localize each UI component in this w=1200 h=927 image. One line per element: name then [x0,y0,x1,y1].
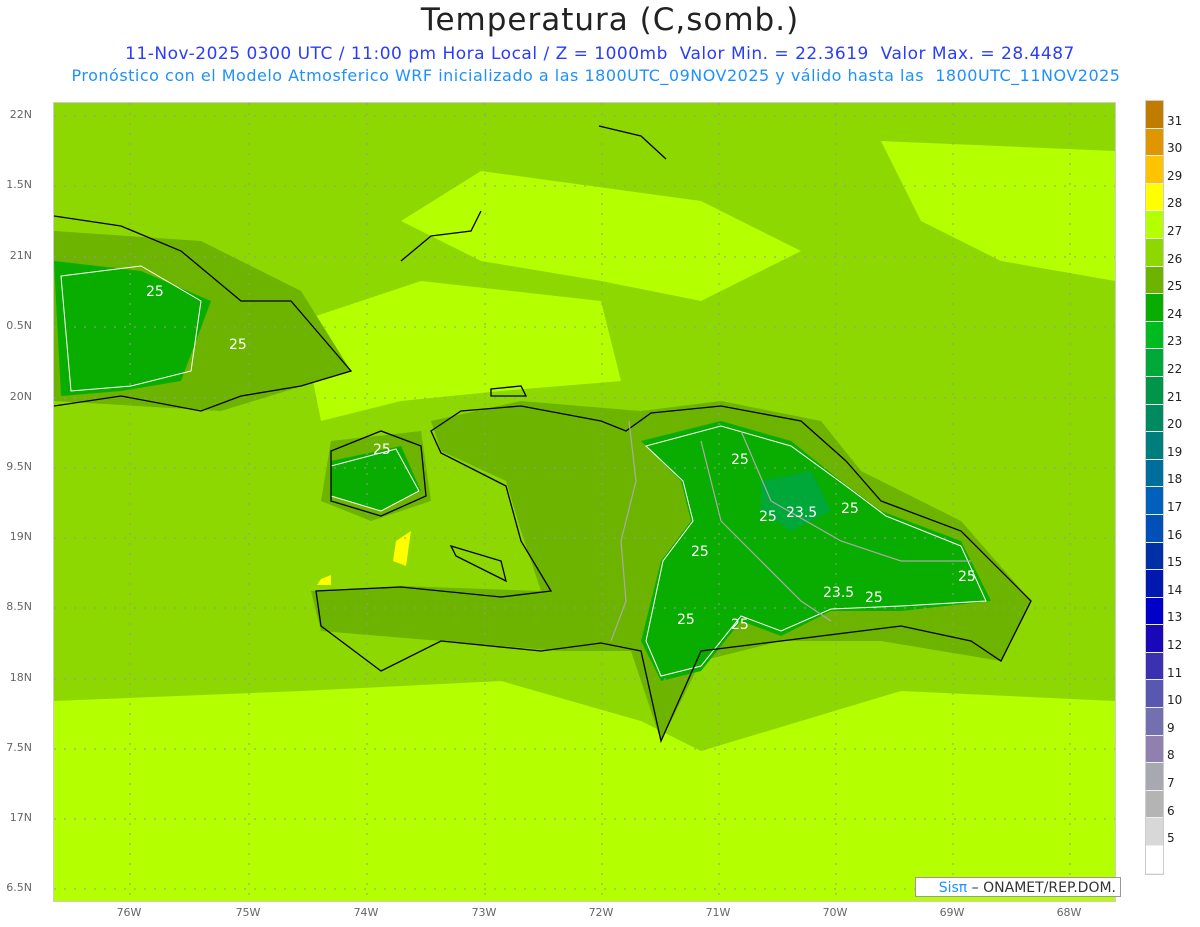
colorbar-swatch [1146,735,1163,764]
colorbar-label: 13 [1167,610,1183,625]
colorbar-label: 17 [1167,500,1183,514]
lat-label: 21N [9,249,32,262]
contour-label: 25 [759,509,777,525]
lat-label: 7.5N [6,741,32,754]
lat-label: 0.5N [6,319,32,332]
colorbar-swatch [1146,376,1163,405]
contour-label: 25 [865,590,883,606]
colorbar-swatch [1146,294,1163,322]
model-info-subtitle: Pronóstico con el Modelo Atmosferico WRF… [71,66,1121,85]
contour-label: 23.5 [786,505,817,521]
lat-label: 18N [9,671,32,684]
colorbar-label: 21 [1167,389,1183,404]
colorbar-swatch [1146,404,1163,433]
colorbar-swatch [1146,597,1163,626]
colorbar-swatch [1146,432,1163,460]
lon-label: 75W [235,906,261,919]
colorbar-swatch [1146,818,1163,847]
colorbar-label: 19 [1167,444,1183,459]
colorbar [1145,100,1164,875]
colorbar-swatch [1146,183,1163,212]
colorbar-swatch [1146,680,1163,709]
credit-text: – ONAMET/REP.DOM. [971,880,1116,896]
colorbar-label: 25 [1167,279,1183,294]
colorbar-swatch [1146,708,1163,736]
colorbar-label: 12 [1167,638,1183,652]
colorbar-label: 31 [1167,113,1183,128]
lon-label: 69W [939,906,965,919]
colorbar-swatch [1146,846,1163,874]
colorbar-label: 10 [1167,693,1183,708]
colorbar-label: 30 [1167,141,1183,156]
colorbar-swatch [1146,570,1163,598]
lon-label: 71W [705,906,731,919]
lat-label: 8.5N [6,600,32,613]
colorbar-swatch [1146,625,1163,653]
credit-box: Sisπ – ONAMET/REP.DOM. [915,877,1121,897]
contour-label: 25 [731,617,749,633]
lat-label: 9.5N [6,460,32,473]
colorbar-label: 6 [1167,803,1175,818]
lon-label: 70W [822,906,848,919]
colorbar-swatch [1146,542,1163,571]
lon-label: 76W [116,906,142,919]
colorbar-swatch [1146,349,1163,377]
colorbar-label: 29 [1167,168,1183,183]
colorbar-swatch [1146,211,1163,239]
colorbar-swatch [1146,459,1163,488]
lon-label: 74W [353,906,379,919]
colorbar-swatch [1146,652,1163,681]
contour-label: 25 [373,442,391,458]
colorbar-label: 11 [1167,665,1183,680]
colorbar-swatch [1146,238,1163,267]
lat-label: 6.5N [6,881,32,894]
lat-label: 19N [9,530,32,543]
colorbar-swatch [1146,156,1163,184]
contour-label: 25 [146,284,164,300]
colorbar-label: 22 [1167,362,1183,376]
colorbar-label: 8 [1167,748,1175,763]
forecast-time-subtitle: 11-Nov-2025 0300 UTC / 11:00 pm Hora Loc… [125,44,1075,64]
contour-label: 25 [229,337,247,353]
colorbar-swatch [1146,266,1163,295]
colorbar-swatch [1146,514,1163,543]
lon-label: 72W [588,906,614,919]
credit-brand: Sisπ [938,880,968,896]
colorbar-label: 9 [1167,720,1175,735]
colorbar-label: 16 [1167,527,1183,542]
colorbar-label: 27 [1167,224,1183,238]
colorbar-swatch [1146,763,1163,791]
colorbar-label: 14 [1167,582,1183,597]
colorbar-label: 18 [1167,472,1183,487]
contour-label: 25 [731,452,749,468]
colorbar-label: 23 [1167,334,1183,349]
colorbar-label: 28 [1167,196,1183,211]
lat-label: 22N [9,108,32,121]
colorbar-label: 24 [1167,306,1183,321]
colorbar-label: 7 [1167,776,1175,790]
contour-label: 25 [841,501,859,517]
colorbar-swatch [1146,790,1163,819]
temperature-map: 25 25 25 25 25 25 23.5 25 25 25 23.5 25 … [53,102,1116,902]
lat-label: 1.5N [6,178,32,191]
colorbar-swatch [1146,101,1163,129]
colorbar-swatch [1146,128,1163,157]
lon-label: 73W [471,906,497,919]
colorbar-label: 15 [1167,555,1183,570]
lat-label: 17N [9,811,32,824]
map-title: Temperatura (C,somb.) [420,2,800,38]
contour-label: 25 [958,569,976,585]
colorbar-label: 20 [1167,417,1183,432]
colorbar-label: 26 [1167,251,1183,266]
colorbar-swatch [1146,487,1163,515]
contour-label: 25 [691,544,709,560]
lon-label: 68W [1056,906,1082,919]
lat-label: 20N [9,390,32,403]
colorbar-label: 5 [1167,831,1175,846]
contour-label: 23.5 [823,585,854,601]
contour-label: 25 [677,612,695,628]
colorbar-swatch [1146,321,1163,350]
map-canvas: 25 25 25 25 25 25 23.5 25 25 25 23.5 25 … [54,103,1115,901]
